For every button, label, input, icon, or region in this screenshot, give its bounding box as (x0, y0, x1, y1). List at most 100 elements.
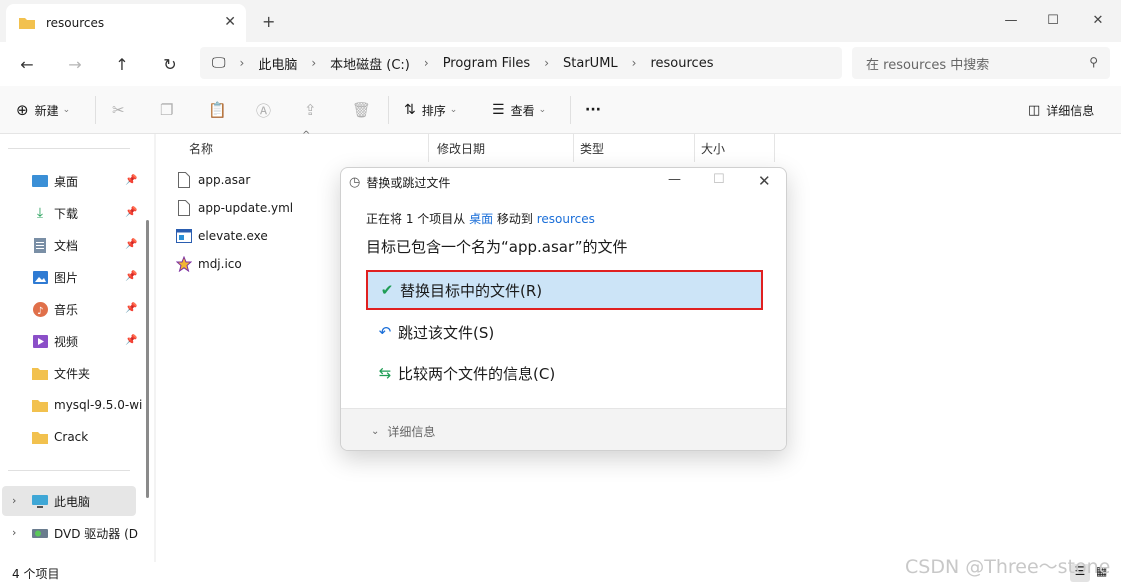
sidebar-item-documents[interactable]: 文档 (32, 233, 78, 257)
chevron-right-icon[interactable]: › (12, 494, 16, 507)
sidebar-item-music[interactable]: ♪ 音乐 (32, 297, 78, 321)
document-icon (32, 237, 48, 253)
skip-file-option[interactable]: ↶ 跳过该文件(S) (366, 312, 763, 352)
pin-icon[interactable]: 📌 (125, 335, 137, 346)
search-input[interactable]: 在 resources 中搜索 ⚲ (852, 47, 1110, 79)
destination-link[interactable]: resources (537, 212, 595, 226)
more-details-toggle[interactable]: ⌄ 详细信息 (371, 423, 435, 440)
pin-icon[interactable]: 📌 (125, 175, 137, 186)
folder-icon (32, 429, 48, 445)
maximize-icon[interactable]: ☐ (1030, 6, 1076, 34)
undo-icon: ↶ (378, 323, 392, 341)
chevron-down-icon: ⌄ (449, 105, 458, 115)
rename-icon[interactable]: Ⓐ (256, 98, 271, 122)
sort-icon: ⇅ (404, 102, 416, 118)
search-icon: ⚲ (1089, 55, 1098, 69)
sidebar-item-desktop[interactable]: 桌面 (32, 169, 78, 193)
new-tab-button[interactable]: + (262, 12, 275, 31)
dialog-minimize-icon[interactable]: — (668, 172, 681, 187)
breadcrumb-this-pc[interactable]: 此电脑 (258, 54, 297, 73)
move-description: 正在将 1 个项目从 桌面 移动到 resources (366, 212, 595, 226)
breadcrumb-resources[interactable]: resources (650, 56, 713, 71)
divider (8, 470, 130, 471)
column-divider[interactable] (573, 134, 574, 162)
sidebar-item-downloads[interactable]: ⤓ 下载 (32, 201, 78, 225)
chevron-right-icon: › (239, 56, 245, 70)
column-header-size[interactable]: 大小 (701, 140, 725, 157)
conflict-heading: 目标已包含一个名为“app.asar”的文件 (366, 238, 628, 256)
folder-icon (32, 397, 48, 413)
sidebar-item-dvd[interactable]: DVD 驱动器 (D (32, 521, 138, 545)
desktop-icon (32, 173, 48, 189)
sidebar-item-mysql[interactable]: mysql-9.5.0-wi (32, 393, 142, 417)
folder-icon (32, 365, 48, 381)
executable-icon (176, 228, 192, 244)
item-count: 4 个项目 (12, 567, 60, 581)
sort-button[interactable]: ⇅ 排序 ⌄ (404, 98, 457, 122)
pictures-icon (32, 269, 48, 285)
computer-icon: 🖵 (212, 55, 226, 71)
breadcrumb-staruml[interactable]: StarUML (563, 56, 618, 71)
view-button[interactable]: ☰ 查看 ⌄ (492, 98, 546, 122)
copy-icon[interactable]: ❐ (160, 98, 173, 122)
column-header-modified[interactable]: 修改日期 (437, 140, 485, 157)
breadcrumb-program-files[interactable]: Program Files (443, 56, 531, 71)
minimize-icon[interactable]: — (988, 6, 1034, 34)
navigation-pane: 桌面 📌 ⤓ 下载 📌 文档 📌 图片 📌 ♪ 音乐 📌 视频 📌 文件夹 my… (0, 134, 154, 562)
column-header-type[interactable]: 类型 (580, 140, 604, 157)
cut-icon[interactable]: ✂ (112, 98, 125, 122)
source-link[interactable]: 桌面 (469, 212, 493, 226)
refresh-icon[interactable]: ↻ (155, 50, 185, 78)
new-button[interactable]: ⊕ 新建 ⌄ (16, 98, 70, 122)
pin-icon[interactable]: 📌 (125, 303, 137, 314)
replace-or-skip-dialog: ◷ 替换或跳过文件 — ☐ ✕ 正在将 1 个项目从 桌面 移动到 resour… (340, 167, 787, 451)
chevron-right-icon: › (631, 56, 637, 70)
close-tab-icon[interactable]: ✕ (224, 14, 236, 30)
sidebar-item-crack[interactable]: Crack (32, 425, 88, 449)
compare-files-option[interactable]: ⇆ 比较两个文件的信息(C) (366, 353, 763, 393)
clock-icon: ◷ (349, 174, 361, 190)
tab-title: resources (46, 16, 105, 30)
back-arrow-icon[interactable]: ← (12, 50, 42, 78)
up-arrow-icon[interactable]: ↑ (107, 50, 137, 78)
dialog-title: 替换或跳过文件 (366, 175, 451, 190)
sort-ascending-icon: ^ (302, 130, 311, 141)
divider (388, 96, 389, 124)
sidebar-item-videos[interactable]: 视频 (32, 329, 78, 353)
details-pane-button[interactable]: ◫ 详细信息 (1028, 98, 1094, 122)
address-bar[interactable]: 🖵 › 此电脑 › 本地磁盘 (C:) › Program Files › St… (200, 47, 842, 79)
file-row[interactable]: app-update.yml (176, 197, 293, 219)
pin-icon[interactable]: 📌 (125, 207, 137, 218)
window-close-icon[interactable]: ✕ (1075, 6, 1121, 34)
pin-icon[interactable]: 📌 (125, 271, 137, 282)
breadcrumb-local-disk[interactable]: 本地磁盘 (C:) (330, 54, 410, 73)
share-icon[interactable]: ⇪ (304, 98, 317, 122)
more-options-button[interactable]: ··· (585, 98, 601, 122)
sidebar-item-folder[interactable]: 文件夹 (32, 361, 90, 385)
file-row[interactable]: app.asar (176, 169, 250, 191)
dialog-maximize-icon[interactable]: ☐ (713, 172, 725, 187)
delete-icon[interactable]: 🗑 (352, 98, 371, 122)
dialog-close-icon[interactable]: ✕ (758, 172, 771, 190)
chevron-right-icon: › (311, 56, 317, 70)
sidebar-scrollbar[interactable] (146, 220, 149, 498)
tab-resources[interactable]: resources ✕ (6, 4, 246, 42)
file-row[interactable]: mdj.ico (176, 253, 242, 275)
forward-arrow-icon[interactable]: → (60, 50, 90, 78)
chevron-right-icon[interactable]: › (12, 526, 16, 539)
pin-icon[interactable]: 📌 (125, 239, 137, 250)
file-icon (176, 172, 192, 188)
paste-icon[interactable]: 📋 (208, 98, 227, 122)
sidebar-item-this-pc[interactable]: 此电脑 (32, 489, 90, 513)
music-icon: ♪ (32, 301, 48, 317)
column-header-name[interactable]: 名称 (189, 140, 213, 157)
file-row[interactable]: elevate.exe (176, 225, 268, 247)
file-icon (176, 200, 192, 216)
column-divider[interactable] (428, 134, 429, 162)
sidebar-item-pictures[interactable]: 图片 (32, 265, 78, 289)
column-divider[interactable] (774, 134, 775, 162)
replace-file-option[interactable]: ✔ 替换目标中的文件(R) (366, 270, 763, 310)
divider (95, 96, 96, 124)
column-divider[interactable] (694, 134, 695, 162)
chevron-down-icon: ⌄ (62, 105, 71, 115)
